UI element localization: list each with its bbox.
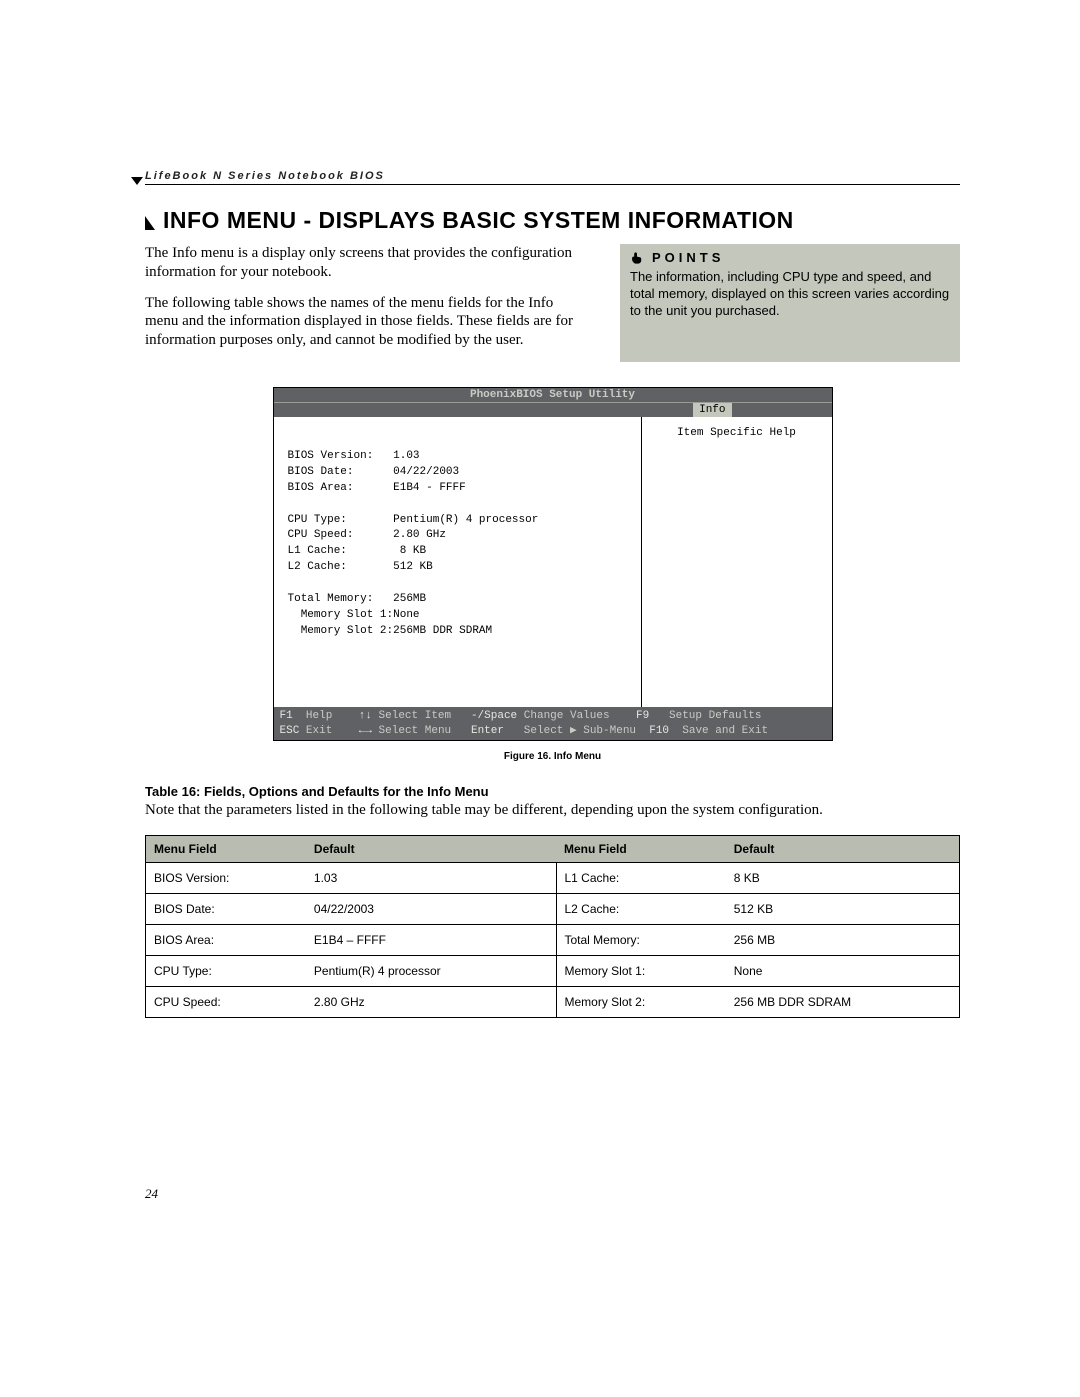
table-row: BIOS Area:E1B4 – FFFFTotal Memory:256 MB [146,924,960,955]
table-cell: CPU Speed: [146,986,306,1017]
table-row: CPU Type:Pentium(R) 4 processorMemory Sl… [146,955,960,986]
defaults-table: Menu FieldDefaultMenu FieldDefault BIOS … [145,835,960,1018]
table-header: Default [306,835,556,862]
figure-caption: Figure 16. Info Menu [273,751,833,762]
table-cell: None [726,955,960,986]
table-cell: Memory Slot 1: [556,955,726,986]
table-header: Default [726,835,960,862]
table-row: BIOS Version:1.03L1 Cache:8 KB [146,862,960,893]
table-cell: 8 KB [726,862,960,893]
table-cell: 256 MB [726,924,960,955]
bios-tab-bar: Info [274,402,832,417]
table-row: CPU Speed:2.80 GHzMemory Slot 2:256 MB D… [146,986,960,1017]
table-cell: CPU Type: [146,955,306,986]
page-title: INFO MENU - DISPLAYS BASIC SYSTEM INFORM… [163,207,794,234]
hand-point-icon [630,251,644,265]
page-header: LifeBook N Series Notebook BIOS [145,170,960,185]
points-callout: POINTS The information, including CPU ty… [620,244,960,362]
table-cell: Total Memory: [556,924,726,955]
table-cell: 04/22/2003 [306,893,556,924]
table-header: Menu Field [556,835,726,862]
header-marker-icon [131,177,143,185]
table-cell: 1.03 [306,862,556,893]
intro-paragraph-1: The Info menu is a display only screens … [145,244,590,282]
page-number: 24 [145,1186,158,1202]
bios-utility-title: PhoenixBIOS Setup Utility [274,388,832,402]
points-body: The information, including CPU type and … [630,269,950,320]
table-cell: 2.80 GHz [306,986,556,1017]
bios-tab-info: Info [693,403,731,417]
intro-paragraph-2: The following table shows the names of t… [145,294,590,350]
table-cell: BIOS Date: [146,893,306,924]
table-cell: L2 Cache: [556,893,726,924]
title-marker-icon [145,216,155,230]
bios-fields-panel: BIOS Version: 1.03 BIOS Date: 04/22/2003… [274,417,641,707]
table-cell: L1 Cache: [556,862,726,893]
header-text: LifeBook N Series Notebook BIOS [145,170,385,182]
table-header: Menu Field [146,835,306,862]
table-cell: BIOS Version: [146,862,306,893]
table-cell: Memory Slot 2: [556,986,726,1017]
points-heading: POINTS [652,250,724,267]
bios-help-title: Item Specific Help [652,427,822,439]
table-title: Table 16: Fields, Options and Defaults f… [145,784,960,799]
table-cell: 256 MB DDR SDRAM [726,986,960,1017]
table-row: BIOS Date:04/22/2003L2 Cache:512 KB [146,893,960,924]
table-cell: E1B4 – FFFF [306,924,556,955]
table-cell: BIOS Area: [146,924,306,955]
table-cell: Pentium(R) 4 processor [306,955,556,986]
bios-footer-keys: F1 Help ↑↓ Select Item -/Space Change Va… [274,707,832,741]
table-note: Note that the parameters listed in the f… [145,801,960,821]
bios-screenshot: PhoenixBIOS Setup Utility Info BIOS Vers… [273,387,833,742]
bios-help-panel: Item Specific Help [641,417,832,707]
table-cell: 512 KB [726,893,960,924]
